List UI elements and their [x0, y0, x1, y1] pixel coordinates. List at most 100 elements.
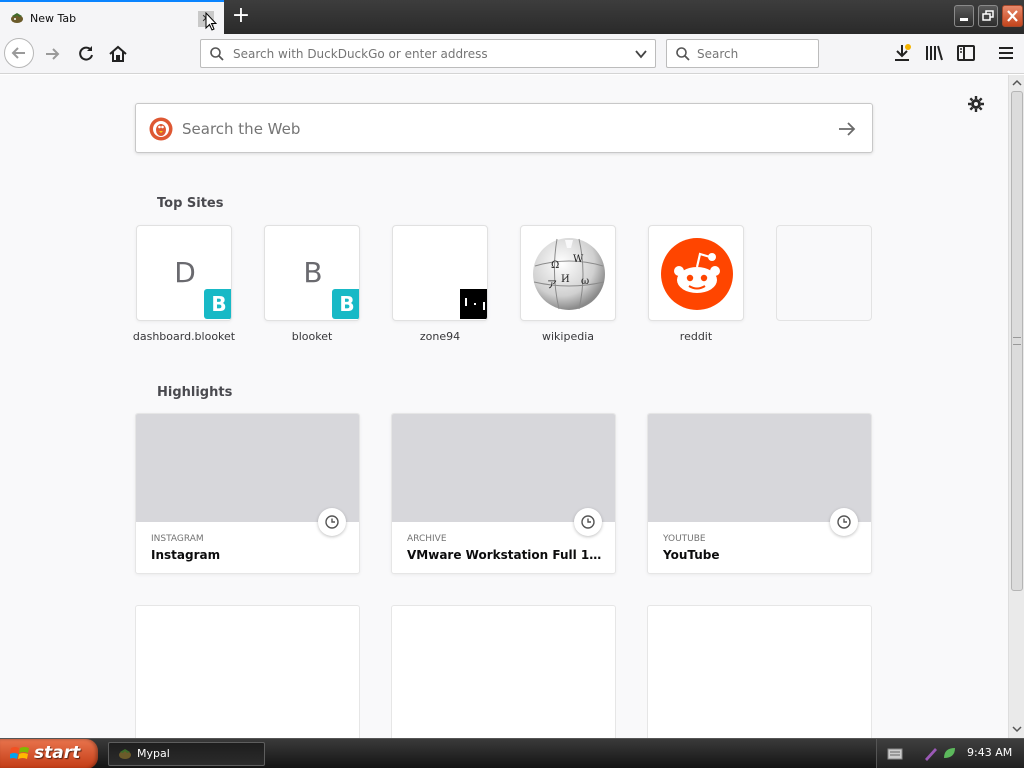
sidebar-button[interactable] [954, 41, 978, 65]
library-icon [926, 45, 943, 61]
start-button[interactable]: start [0, 739, 98, 768]
scroll-down-arrow-icon[interactable] [1010, 722, 1024, 736]
close-icon [1007, 10, 1018, 22]
leaf-icon[interactable] [941, 745, 957, 761]
highlight-card[interactable]: INSTAGRAM Instagram [135, 413, 360, 574]
top-site-card[interactable]: B B [264, 225, 360, 321]
scroll-grip [1013, 337, 1021, 345]
minimize-icon [960, 18, 968, 21]
top-sites-heading: Top Sites [157, 196, 224, 211]
search-input[interactable] [697, 46, 812, 62]
clock-icon [830, 508, 858, 536]
zone94-logo [460, 289, 487, 319]
taskbar-item-mypal[interactable]: Mypal [108, 742, 265, 766]
tab-new-tab[interactable]: New Tab ✕ [0, 0, 224, 34]
home-button[interactable] [104, 40, 132, 68]
blooket-badge: B [204, 289, 231, 319]
highlight-source: YOUTUBE [663, 534, 706, 544]
download-icon [895, 44, 911, 61]
svg-text:И: И [561, 274, 570, 285]
nav-toolbar [0, 34, 1024, 74]
web-search-input[interactable] [182, 120, 782, 138]
mouse-cursor-icon [205, 12, 217, 31]
empty-highlight-placeholder [391, 605, 616, 738]
start-label: start [34, 743, 81, 763]
top-site-label: wikipedia [541, 330, 594, 343]
empty-highlight-placeholder [647, 605, 872, 738]
highlight-title: Instagram [151, 548, 221, 562]
arrow-right-icon[interactable] [836, 119, 858, 139]
new-tab-page: Top Sites D B dashboard.blooket B B bloo… [0, 75, 1008, 738]
taskbar-item-label: Mypal [137, 747, 170, 760]
restore-icon [982, 10, 994, 21]
sidebar-icon [957, 45, 975, 61]
scrollbar-thumb[interactable] [1011, 91, 1023, 591]
blooket-icon: B [329, 286, 359, 320]
zone94-icon [457, 286, 487, 320]
top-site-card[interactable] [648, 225, 744, 321]
tab-title: New Tab [30, 12, 77, 25]
clock: 9:43 AM [967, 746, 1013, 759]
top-site-card[interactable]: D B [136, 225, 232, 321]
duckduckgo-logo-icon [149, 117, 173, 141]
pen-icon[interactable] [923, 745, 939, 761]
mypal-app-icon [119, 749, 131, 759]
forward-arrow-icon [46, 48, 60, 60]
svg-text:ω: ω [581, 276, 589, 287]
highlights-heading: Highlights [157, 385, 233, 400]
scroll-up-arrow-icon[interactable] [1010, 76, 1024, 90]
forward-button[interactable] [40, 40, 68, 68]
library-button[interactable] [922, 41, 946, 65]
reload-button[interactable] [72, 40, 100, 68]
highlight-preview-image [392, 414, 615, 522]
clock-icon [574, 508, 602, 536]
highlight-card[interactable]: YOUTUBE YouTube [647, 413, 872, 574]
highlight-preview-image [136, 414, 359, 522]
system-tray: 9:43 AM [876, 739, 1024, 768]
windows-logo-icon [10, 747, 29, 759]
svg-text:W: W [573, 254, 584, 265]
svg-text:Ω: Ω [551, 260, 559, 271]
reddit-alien-icon [661, 238, 733, 310]
minimize-button[interactable] [954, 5, 974, 27]
top-site-label: zone94 [419, 330, 461, 343]
back-arrow-icon [11, 47, 25, 59]
top-site-placeholder[interactable] [776, 225, 872, 321]
search-icon [676, 47, 690, 61]
highlight-source: INSTAGRAM [151, 534, 204, 544]
highlight-preview-image [648, 414, 871, 522]
downloads-button[interactable] [890, 41, 914, 65]
highlight-title: VMware Workstation Full 10.0.2 ... [407, 548, 607, 562]
address-bar[interactable] [200, 39, 656, 68]
restore-button[interactable] [978, 5, 998, 27]
reload-icon [79, 46, 93, 61]
blooket-badge: B [332, 289, 359, 319]
chevron-down-icon[interactable] [633, 46, 649, 62]
top-site-label: dashboard.blooket [132, 330, 236, 343]
new-tab-button[interactable]: + [228, 4, 254, 30]
site-letter: D [174, 256, 196, 289]
gear-icon[interactable] [967, 95, 985, 113]
top-site-label: reddit [679, 330, 713, 343]
tab-bar: New Tab ✕ + [0, 0, 1024, 34]
taskbar: start Mypal 9:43 AM [0, 738, 1024, 768]
menu-button[interactable] [994, 41, 1018, 65]
back-button[interactable] [4, 38, 34, 68]
clock-icon [318, 508, 346, 536]
web-search-box[interactable] [135, 103, 873, 153]
close-window-button[interactable] [1002, 5, 1023, 27]
blooket-icon: B [201, 286, 231, 320]
top-site-card[interactable]: Ω W И ω ア [520, 225, 616, 321]
top-site-card[interactable] [392, 225, 488, 321]
site-letter: B [303, 256, 323, 289]
search-bar[interactable] [666, 39, 819, 68]
vertical-scrollbar[interactable] [1008, 75, 1024, 738]
search-icon [210, 47, 224, 61]
keyboard-icon[interactable] [887, 747, 903, 761]
address-input[interactable] [233, 46, 623, 62]
top-site-label: blooket [291, 330, 333, 343]
svg-text:ア: ア [547, 280, 557, 291]
home-icon [109, 45, 127, 62]
empty-highlight-placeholder [135, 605, 360, 738]
highlight-card[interactable]: ARCHIVE VMware Workstation Full 10.0.2 .… [391, 413, 616, 574]
